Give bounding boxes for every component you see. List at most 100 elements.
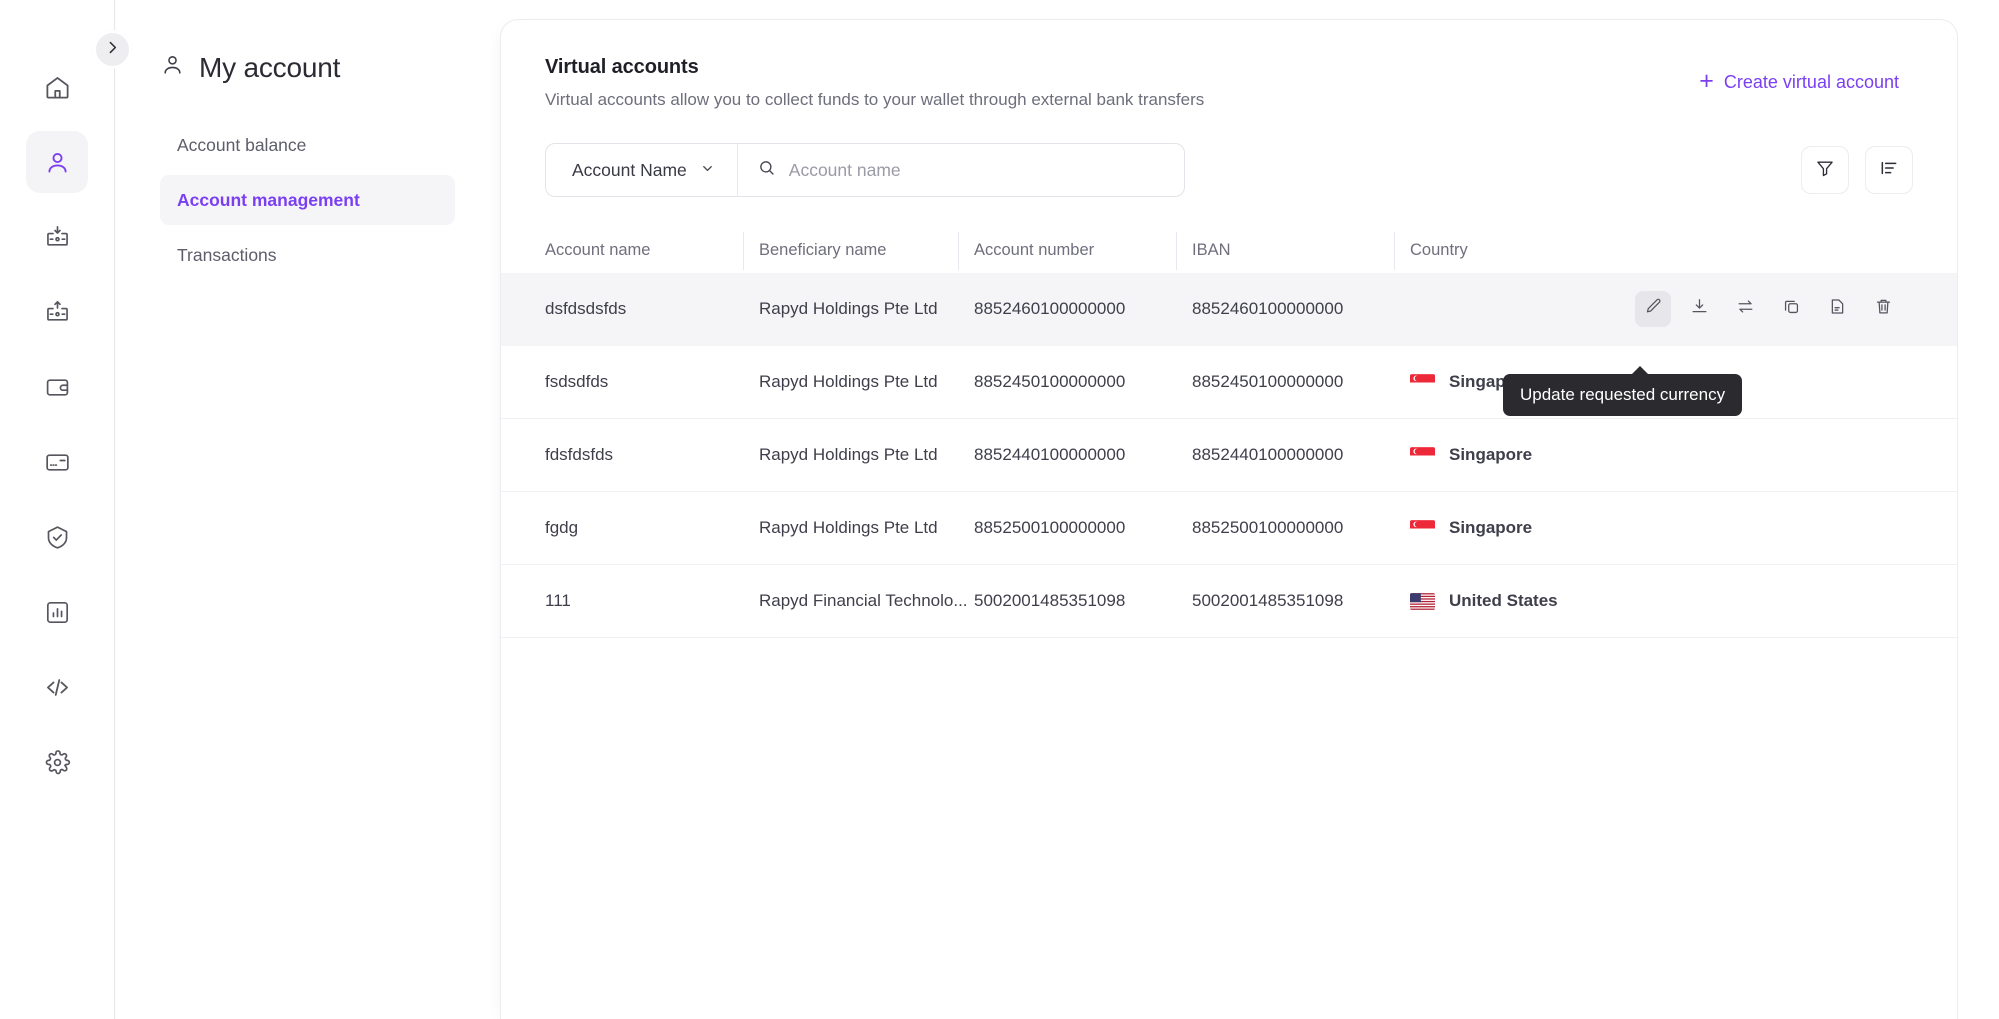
column-header-beneficiary-name[interactable]: Beneficiary name xyxy=(743,231,974,270)
cell-iban: 8852500100000000 xyxy=(1192,518,1344,537)
search-field-select-value: Account Name xyxy=(572,159,687,180)
gear-icon xyxy=(44,749,71,776)
edit-row-button[interactable] xyxy=(1635,291,1671,327)
chevron-down-icon xyxy=(700,160,715,181)
rail-item-home[interactable] xyxy=(26,56,88,118)
cell-account-name: fsdsdfds xyxy=(545,372,609,391)
cell-beneficiary-name: Rapyd Holdings Pte Ltd xyxy=(759,299,938,318)
search-input[interactable] xyxy=(788,159,1164,181)
sidebar-item-label: Account management xyxy=(177,189,360,210)
disburse-icon xyxy=(44,299,71,326)
cell-beneficiary-name: Rapyd Holdings Pte Ltd xyxy=(759,445,938,464)
document-row-button[interactable] xyxy=(1819,291,1855,327)
main-panel: Virtual accounts Virtual accounts allow … xyxy=(500,19,1958,1019)
rail-item-settings[interactable] xyxy=(26,731,88,793)
chevron-right-icon xyxy=(104,39,121,61)
rail-item-disburse[interactable] xyxy=(26,281,88,343)
download-row-button[interactable] xyxy=(1681,291,1717,327)
copy-icon xyxy=(1782,297,1801,321)
country-label: Singapore xyxy=(1449,445,1533,464)
cell-country: United States xyxy=(1410,591,1640,611)
cell-account-number: 8852450100000000 xyxy=(974,372,1126,391)
table-row[interactable]: fgdg Rapyd Holdings Pte Ltd 885250010000… xyxy=(501,492,1957,565)
cell-beneficiary-name: Rapyd Financial Technolo... xyxy=(759,591,968,610)
search-icon xyxy=(758,159,776,182)
cell-country: Singapore xyxy=(1410,518,1640,538)
column-header-iban[interactable]: IBAN xyxy=(1176,231,1410,270)
sort-button[interactable] xyxy=(1865,146,1913,194)
table-toolbar: Account Name xyxy=(545,143,1913,197)
country-label: United States xyxy=(1449,591,1558,610)
user-icon xyxy=(44,149,71,176)
sidebar-item-account-management[interactable]: Account management xyxy=(160,175,455,225)
edit-icon xyxy=(1644,297,1663,321)
copy-row-button[interactable] xyxy=(1773,291,1809,327)
rail-item-developers[interactable] xyxy=(26,656,88,718)
cell-iban: 8852440100000000 xyxy=(1192,445,1344,464)
cell-account-number: 8852500100000000 xyxy=(974,518,1126,537)
sidebar-item-account-balance[interactable]: Account balance xyxy=(160,120,455,170)
flag-sg-icon xyxy=(1410,446,1435,464)
cell-account-number: 8852440100000000 xyxy=(974,445,1126,464)
icon-rail xyxy=(0,0,114,1019)
cell-beneficiary-name: Rapyd Holdings Pte Ltd xyxy=(759,372,938,391)
rail-item-cards[interactable] xyxy=(26,431,88,493)
transfer-icon xyxy=(1736,297,1755,321)
column-header-account-name[interactable]: Account name xyxy=(545,241,759,260)
filter-button[interactable] xyxy=(1801,146,1849,194)
rail-item-my-account[interactable] xyxy=(26,131,88,193)
rail-item-wallets[interactable] xyxy=(26,356,88,418)
table-row[interactable]: 111 Rapyd Financial Technolo... 50020014… xyxy=(501,565,1957,638)
cell-account-number: 5002001485351098 xyxy=(974,591,1126,610)
table-row[interactable]: fdsfdsfds Rapyd Holdings Pte Ltd 8852440… xyxy=(501,419,1957,492)
panel-heading-group: Virtual accounts Virtual accounts allow … xyxy=(545,56,1204,110)
secondary-sidebar: My account Account balance Account manag… xyxy=(115,0,500,1019)
cell-account-number: 8852460100000000 xyxy=(974,299,1126,318)
plus-icon: + xyxy=(1699,67,1714,95)
transfer-row-button[interactable] xyxy=(1727,291,1763,327)
virtual-accounts-table: Account name Beneficiary name Account nu… xyxy=(501,227,1957,638)
tooltip-text: Update requested currency xyxy=(1520,385,1726,404)
country-label: Singapore xyxy=(1449,518,1533,537)
sort-icon xyxy=(1879,158,1899,183)
cell-account-name: dsfdsdsfds xyxy=(545,299,627,318)
search-input-wrapper xyxy=(738,144,1184,196)
flag-sg-icon xyxy=(1410,373,1435,391)
shield-check-icon xyxy=(44,524,71,551)
column-header-country[interactable]: Country xyxy=(1394,231,1640,270)
wallet-icon xyxy=(44,374,71,401)
flag-sg-icon xyxy=(1410,519,1435,537)
home-icon xyxy=(44,74,71,101)
cell-account-name: fgdg xyxy=(545,518,579,537)
collect-icon xyxy=(44,224,71,251)
page-title: My account xyxy=(199,52,341,83)
sidebar-collapse-button[interactable] xyxy=(93,30,132,69)
sidebar-item-label: Account balance xyxy=(177,134,307,155)
user-icon xyxy=(160,52,185,84)
card-icon xyxy=(44,449,71,476)
column-header-account-number[interactable]: Account number xyxy=(958,231,1192,270)
create-virtual-account-button[interactable]: + Create virtual account xyxy=(1699,56,1913,95)
sidebar-item-transactions[interactable]: Transactions xyxy=(160,230,455,280)
cell-account-name: fdsfdsfds xyxy=(545,445,614,464)
document-icon xyxy=(1828,297,1847,321)
sidebar-item-label: Transactions xyxy=(177,244,277,265)
panel-subtitle: Virtual accounts allow you to collect fu… xyxy=(545,90,1205,109)
tooltip: Update requested currency xyxy=(1503,366,1743,416)
rail-item-verify[interactable] xyxy=(26,506,88,568)
rail-item-reports[interactable] xyxy=(26,581,88,643)
panel-header: Virtual accounts Virtual accounts allow … xyxy=(501,20,1957,110)
app-root: My account Account balance Account manag… xyxy=(0,0,1999,1019)
delete-row-button[interactable] xyxy=(1865,291,1901,327)
flag-us-icon xyxy=(1410,592,1435,610)
secondary-sidebar-title: My account xyxy=(160,52,455,84)
toolbar-buttons xyxy=(1801,146,1913,194)
chart-icon xyxy=(44,599,71,626)
search-field-select[interactable]: Account Name xyxy=(546,144,738,196)
rail-item-collect[interactable] xyxy=(26,206,88,268)
table-header-row: Account name Beneficiary name Account nu… xyxy=(501,227,1957,273)
cell-country: Singapore xyxy=(1410,445,1640,465)
table-row[interactable]: dsfdsdsfds Rapyd Holdings Pte Ltd 885246… xyxy=(501,273,1957,346)
cell-account-name: 111 xyxy=(545,591,571,610)
cell-iban: 5002001485351098 xyxy=(1192,591,1344,610)
